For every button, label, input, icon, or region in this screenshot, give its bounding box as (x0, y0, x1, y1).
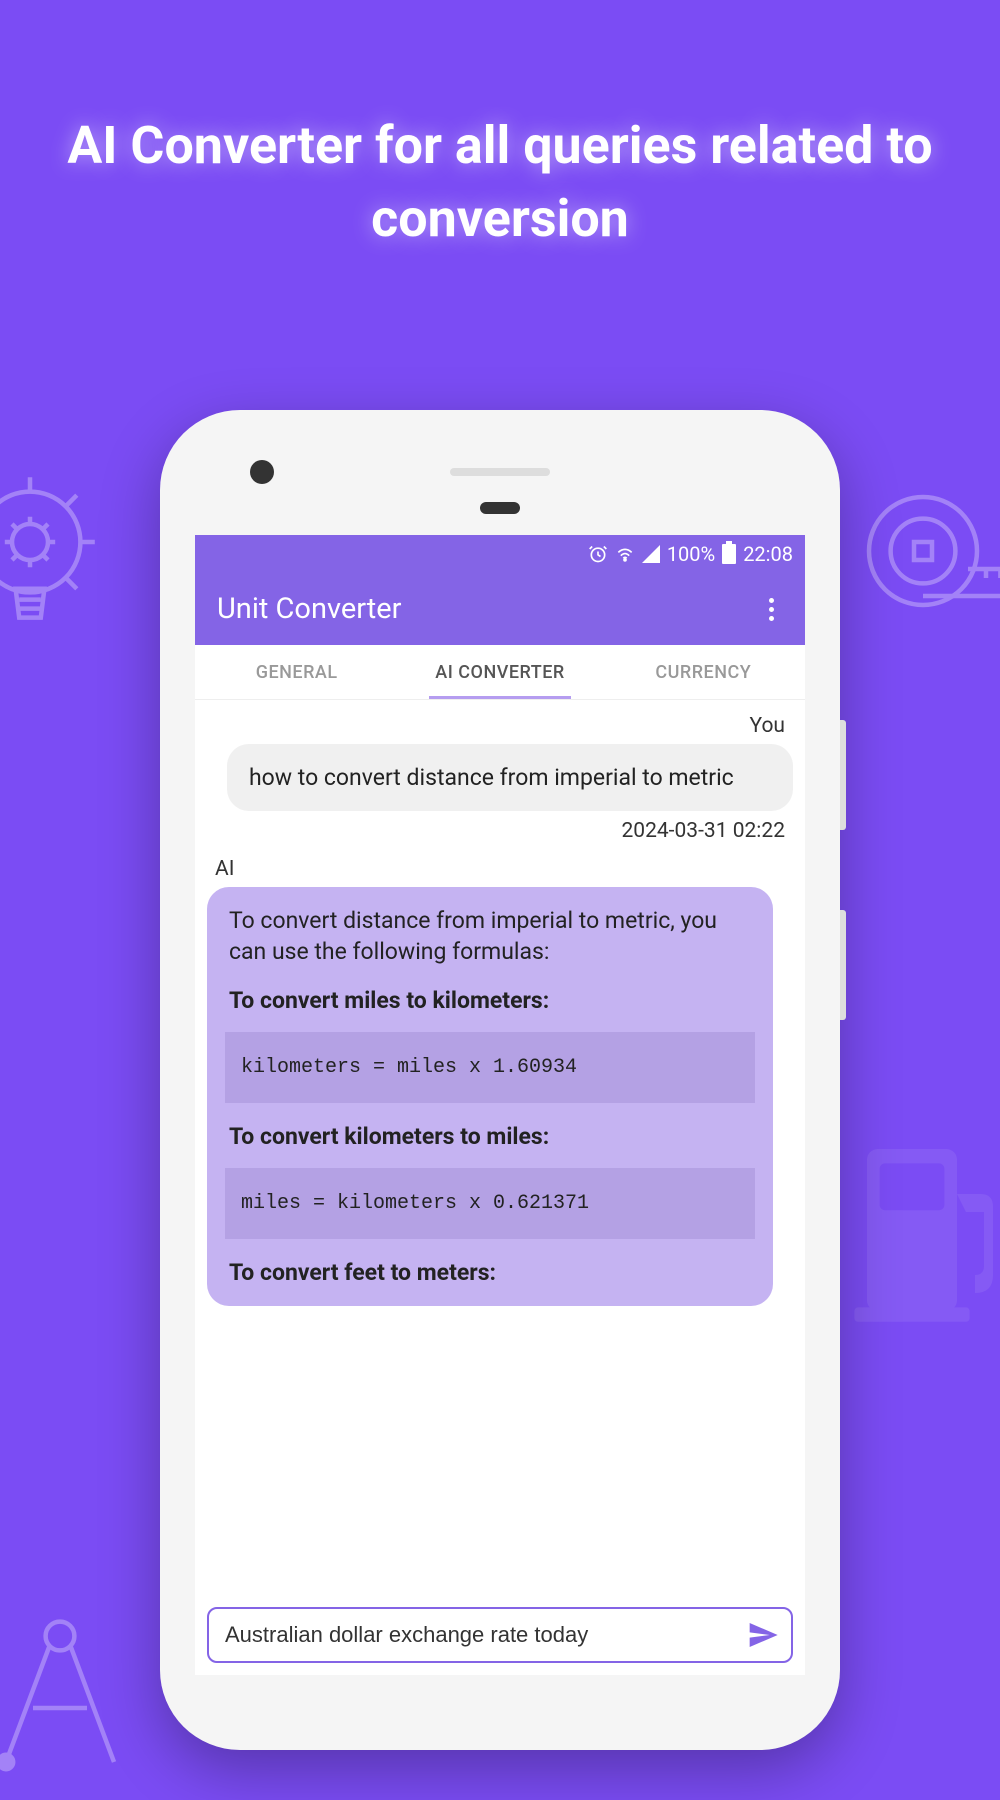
phone-speaker (450, 468, 550, 476)
ai-heading-1: To convert miles to kilometers: (229, 985, 751, 1016)
user-label: You (207, 714, 793, 738)
chat-input[interactable] (225, 1622, 743, 1648)
battery-icon (722, 544, 736, 564)
tab-ai-converter[interactable]: AI CONVERTER (398, 645, 601, 699)
ai-heading-2: To convert kilometers to miles: (229, 1121, 751, 1152)
tab-bar: GENERAL AI CONVERTER CURRENCY (195, 645, 805, 700)
status-bar: 100% 22:08 (195, 535, 805, 573)
code-block-2: miles = kilometers x 0.621371 (225, 1168, 755, 1239)
battery-percentage: 100% (667, 542, 715, 566)
wifi-icon (615, 544, 635, 564)
tab-general[interactable]: GENERAL (195, 645, 398, 699)
send-icon (747, 1619, 779, 1651)
compass-icon (0, 1600, 150, 1780)
ai-intro-text: To convert distance from imperial to met… (229, 905, 751, 967)
tape-measure-icon (860, 470, 1000, 650)
message-timestamp: 2024-03-31 02:22 (207, 811, 793, 857)
ai-heading-3-partial: To convert feet to meters: (229, 1257, 751, 1288)
clock-time: 22:08 (743, 542, 793, 566)
phone-screen: 100% 22:08 Unit Converter GENERAL AI CON… (195, 535, 805, 1675)
gear-lightbulb-icon (0, 470, 120, 650)
user-message-bubble: how to convert distance from imperial to… (227, 744, 793, 811)
alarm-icon (588, 544, 608, 564)
phone-mockup: 100% 22:08 Unit Converter GENERAL AI CON… (160, 410, 840, 1750)
signal-icon (642, 545, 660, 563)
chat-input-bar (207, 1607, 793, 1663)
app-bar: Unit Converter (195, 573, 805, 645)
ai-message-bubble: To convert distance from imperial to met… (207, 887, 773, 1306)
marketing-headline: AI Converter for all queries related to … (0, 0, 1000, 256)
code-block-1: kilometers = miles x 1.60934 (225, 1032, 755, 1103)
phone-power-button (840, 910, 846, 1020)
chat-area: You how to convert distance from imperia… (195, 700, 805, 1600)
fuel-pump-icon (840, 1130, 1000, 1330)
phone-sensor (480, 502, 520, 514)
more-options-icon[interactable] (759, 597, 783, 621)
phone-volume-button (840, 720, 846, 830)
app-title: Unit Converter (217, 592, 401, 626)
ai-label: AI (207, 857, 793, 881)
phone-camera (250, 460, 274, 484)
send-button[interactable] (743, 1615, 783, 1655)
tab-currency[interactable]: CURRENCY (602, 645, 805, 699)
